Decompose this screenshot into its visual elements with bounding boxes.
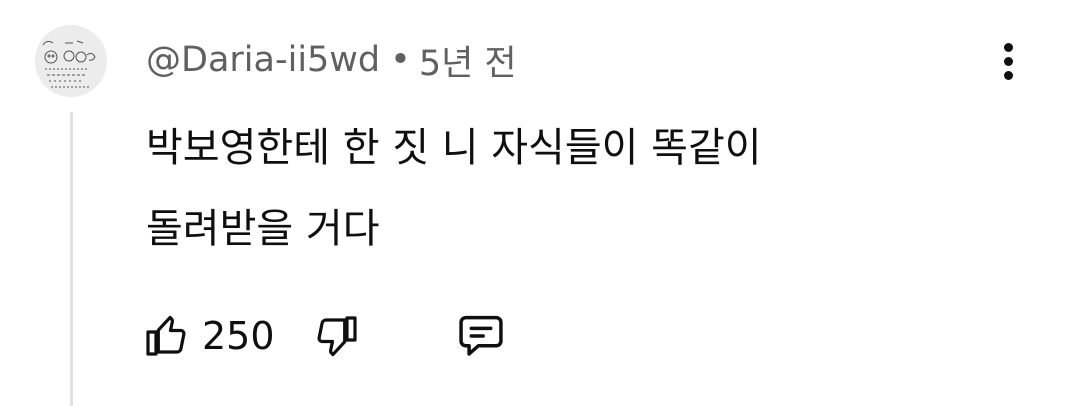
more-options-button[interactable] <box>990 38 1026 84</box>
thumbs-up-icon <box>146 315 186 356</box>
reply-button[interactable] <box>455 310 507 362</box>
reply-comment-icon <box>458 315 503 356</box>
dislike-button[interactable] <box>311 312 359 360</box>
comment-text: 박보영한테 한 짓 니 자식들이 똑같이 돌려받을 거다 <box>146 108 966 270</box>
author-name[interactable]: @Daria-ii5wd <box>146 40 380 80</box>
separator-dot: • <box>390 40 411 80</box>
comment-text-line: 돌려받을 거다 <box>146 206 380 252</box>
avatar-doodle-image <box>35 25 107 97</box>
like-count: 250 <box>202 314 275 358</box>
comment-header: @Daria-ii5wd • 5년 전 <box>146 36 517 84</box>
comment-actions: 250 <box>144 306 507 366</box>
like-button[interactable]: 250 <box>144 312 275 360</box>
comment-text-line: 박보영한테 한 짓 니 자식들이 똑같이 <box>146 125 762 171</box>
more-vertical-icon <box>1003 42 1013 52</box>
timestamp[interactable]: 5년 전 <box>419 35 517 86</box>
avatar[interactable] <box>35 25 107 97</box>
comment-item: @Daria-ii5wd • 5년 전 박보영한테 한 짓 니 자식들이 똑같이… <box>0 0 1080 406</box>
thumbs-down-icon <box>317 316 357 357</box>
thread-line <box>70 112 73 406</box>
